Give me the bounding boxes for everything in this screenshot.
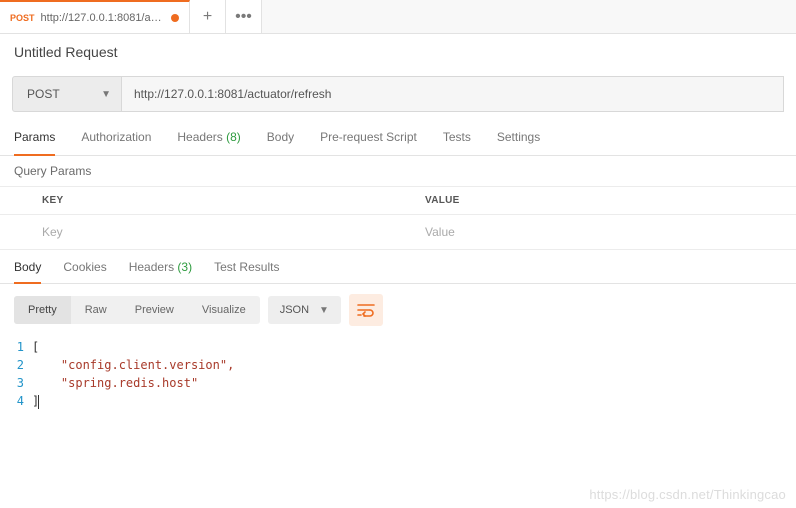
url-input[interactable] [122,76,784,112]
resp-tab-headers[interactable]: Headers (3) [129,260,192,283]
method-select[interactable]: POST ▼ [12,76,122,112]
method-select-value: POST [27,87,60,101]
tab-label: http://127.0.0.1:8081/actuator... [41,12,165,24]
tab-headers-label: Headers [177,130,222,144]
col-key: KEY [30,187,413,214]
view-raw[interactable]: Raw [71,296,121,324]
params-header: KEY VALUE [0,187,796,215]
code-area[interactable]: [ "config.client.version", "spring.redis… [32,338,796,410]
wrap-icon [357,303,375,317]
line-gutter: 1 2 3 4 [0,338,32,410]
method-badge: POST [10,13,35,23]
tab-body[interactable]: Body [267,130,294,155]
ellipsis-icon: ••• [235,8,252,26]
view-bar: Pretty Raw Preview Visualize JSON ▼ [0,284,796,336]
tab-settings[interactable]: Settings [497,130,540,155]
response-editor[interactable]: 1 2 3 4 [ "config.client.version", "spri… [0,336,796,420]
headers-count-badge: (8) [226,130,241,144]
params-new-row[interactable]: Key Value [0,215,796,249]
format-value: JSON [280,304,309,316]
value-placeholder[interactable]: Value [413,215,796,249]
dirty-indicator-icon [171,14,179,22]
tab-headers[interactable]: Headers (8) [177,130,240,155]
view-pretty[interactable]: Pretty [14,296,71,324]
plus-icon: + [203,8,212,26]
resp-tab-test-results[interactable]: Test Results [214,260,279,283]
query-params-title: Query Params [0,156,796,187]
chevron-down-icon: ▼ [101,89,111,100]
tab-prerequest[interactable]: Pre-request Script [320,130,417,155]
request-tab[interactable]: POST http://127.0.0.1:8081/actuator... [0,0,190,33]
chevron-down-icon: ▼ [319,305,329,316]
view-preview[interactable]: Preview [121,296,188,324]
request-title: Untitled Request [0,34,796,72]
resp-tab-cookies[interactable]: Cookies [63,260,106,283]
watermark: https://blog.csdn.net/Thinkingcao [589,487,786,502]
wrap-lines-button[interactable] [349,294,383,326]
col-value: VALUE [413,187,796,214]
tab-bar: POST http://127.0.0.1:8081/actuator... +… [0,0,796,34]
tab-params[interactable]: Params [14,130,55,156]
url-row: POST ▼ [0,72,796,112]
tab-authorization[interactable]: Authorization [81,130,151,155]
format-select[interactable]: JSON ▼ [268,296,341,324]
view-visualize[interactable]: Visualize [188,296,260,324]
resp-headers-count-badge: (3) [177,260,192,274]
new-tab-button[interactable]: + [190,0,226,33]
key-placeholder[interactable]: Key [30,215,413,249]
view-mode-group: Pretty Raw Preview Visualize [14,296,260,324]
request-tabs: Params Authorization Headers (8) Body Pr… [0,112,796,156]
tab-tests[interactable]: Tests [443,130,471,155]
resp-tab-body[interactable]: Body [14,260,41,284]
resp-headers-label: Headers [129,260,174,274]
tab-actions-button[interactable]: ••• [226,0,262,33]
response-tabs: Body Cookies Headers (3) Test Results [0,249,796,284]
